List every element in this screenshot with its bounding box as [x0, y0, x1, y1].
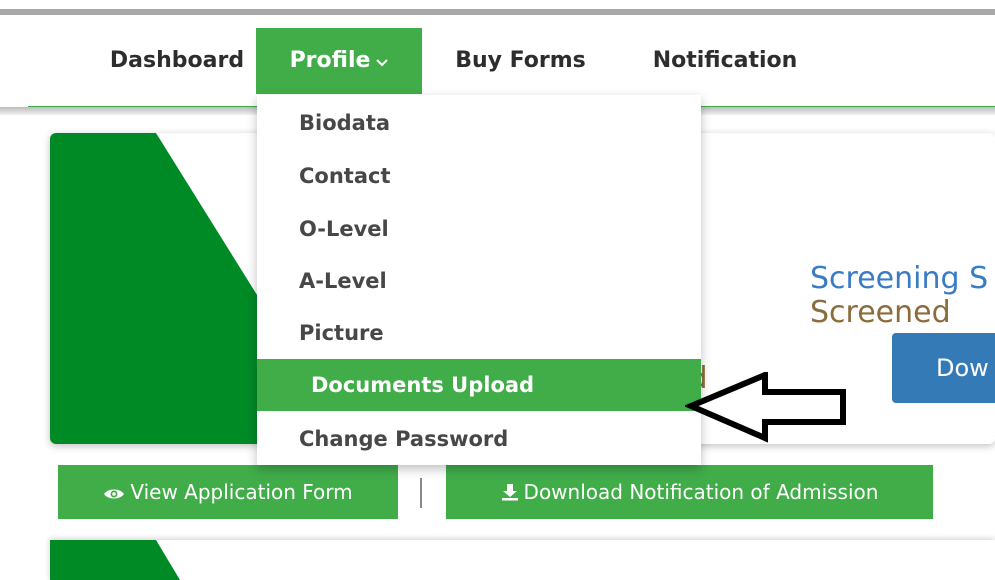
view-application-form-label: View Application Form: [130, 480, 353, 504]
screening-status-label: Screening S: [810, 261, 989, 296]
menu-item-a-level[interactable]: A-Level: [257, 255, 701, 307]
menu-item-o-level[interactable]: O-Level: [257, 203, 701, 255]
menu-item-change-password[interactable]: Change Password: [257, 413, 701, 465]
menu-item-picture[interactable]: Picture: [257, 307, 701, 359]
second-card: [50, 540, 995, 580]
nav-profile-label: Profile: [289, 48, 371, 73]
menu-item-a-level-label: A-Level: [299, 269, 387, 293]
download-icon: [501, 484, 518, 501]
download-admission-notification-button[interactable]: Download Notification of Admission: [446, 465, 933, 519]
menu-item-contact-label: Contact: [299, 164, 391, 188]
menu-item-documents-upload[interactable]: Documents Upload: [257, 359, 701, 411]
button-separator: [420, 478, 422, 508]
download-admission-notification-label: Download Notification of Admission: [523, 480, 879, 504]
nav-profile[interactable]: Profile: [256, 28, 422, 94]
menu-item-contact[interactable]: Contact: [257, 150, 701, 202]
menu-item-picture-label: Picture: [299, 321, 384, 345]
profile-dropdown-menu: Biodata Contact O-Level A-Level Picture …: [257, 95, 701, 465]
second-card-green-banner: [50, 540, 180, 580]
view-application-form-button[interactable]: View Application Form: [58, 465, 398, 519]
menu-item-documents-upload-label: Documents Upload: [311, 373, 535, 397]
screening-status-value: Screened: [810, 295, 951, 330]
nav-dashboard-label: Dashboard: [109, 48, 245, 73]
download-button-label: Dow: [936, 354, 989, 382]
nav-buy-forms[interactable]: Buy Forms: [448, 28, 593, 94]
nav-notification[interactable]: Notification: [640, 28, 810, 94]
menu-item-change-password-label: Change Password: [299, 427, 509, 451]
eye-icon: [104, 489, 125, 499]
pointer-arrow-icon: [685, 372, 846, 443]
top-rule: [0, 9, 995, 15]
download-button[interactable]: Dow: [892, 333, 995, 403]
chevron-down-icon: [376, 28, 389, 94]
menu-item-biodata-label: Biodata: [299, 111, 391, 135]
menu-item-o-level-label: O-Level: [299, 217, 389, 241]
nav-buy-forms-label: Buy Forms: [455, 48, 586, 73]
nav-dashboard[interactable]: Dashboard: [72, 28, 282, 94]
nav-notification-label: Notification: [652, 48, 798, 73]
menu-item-biodata[interactable]: Biodata: [257, 97, 701, 149]
